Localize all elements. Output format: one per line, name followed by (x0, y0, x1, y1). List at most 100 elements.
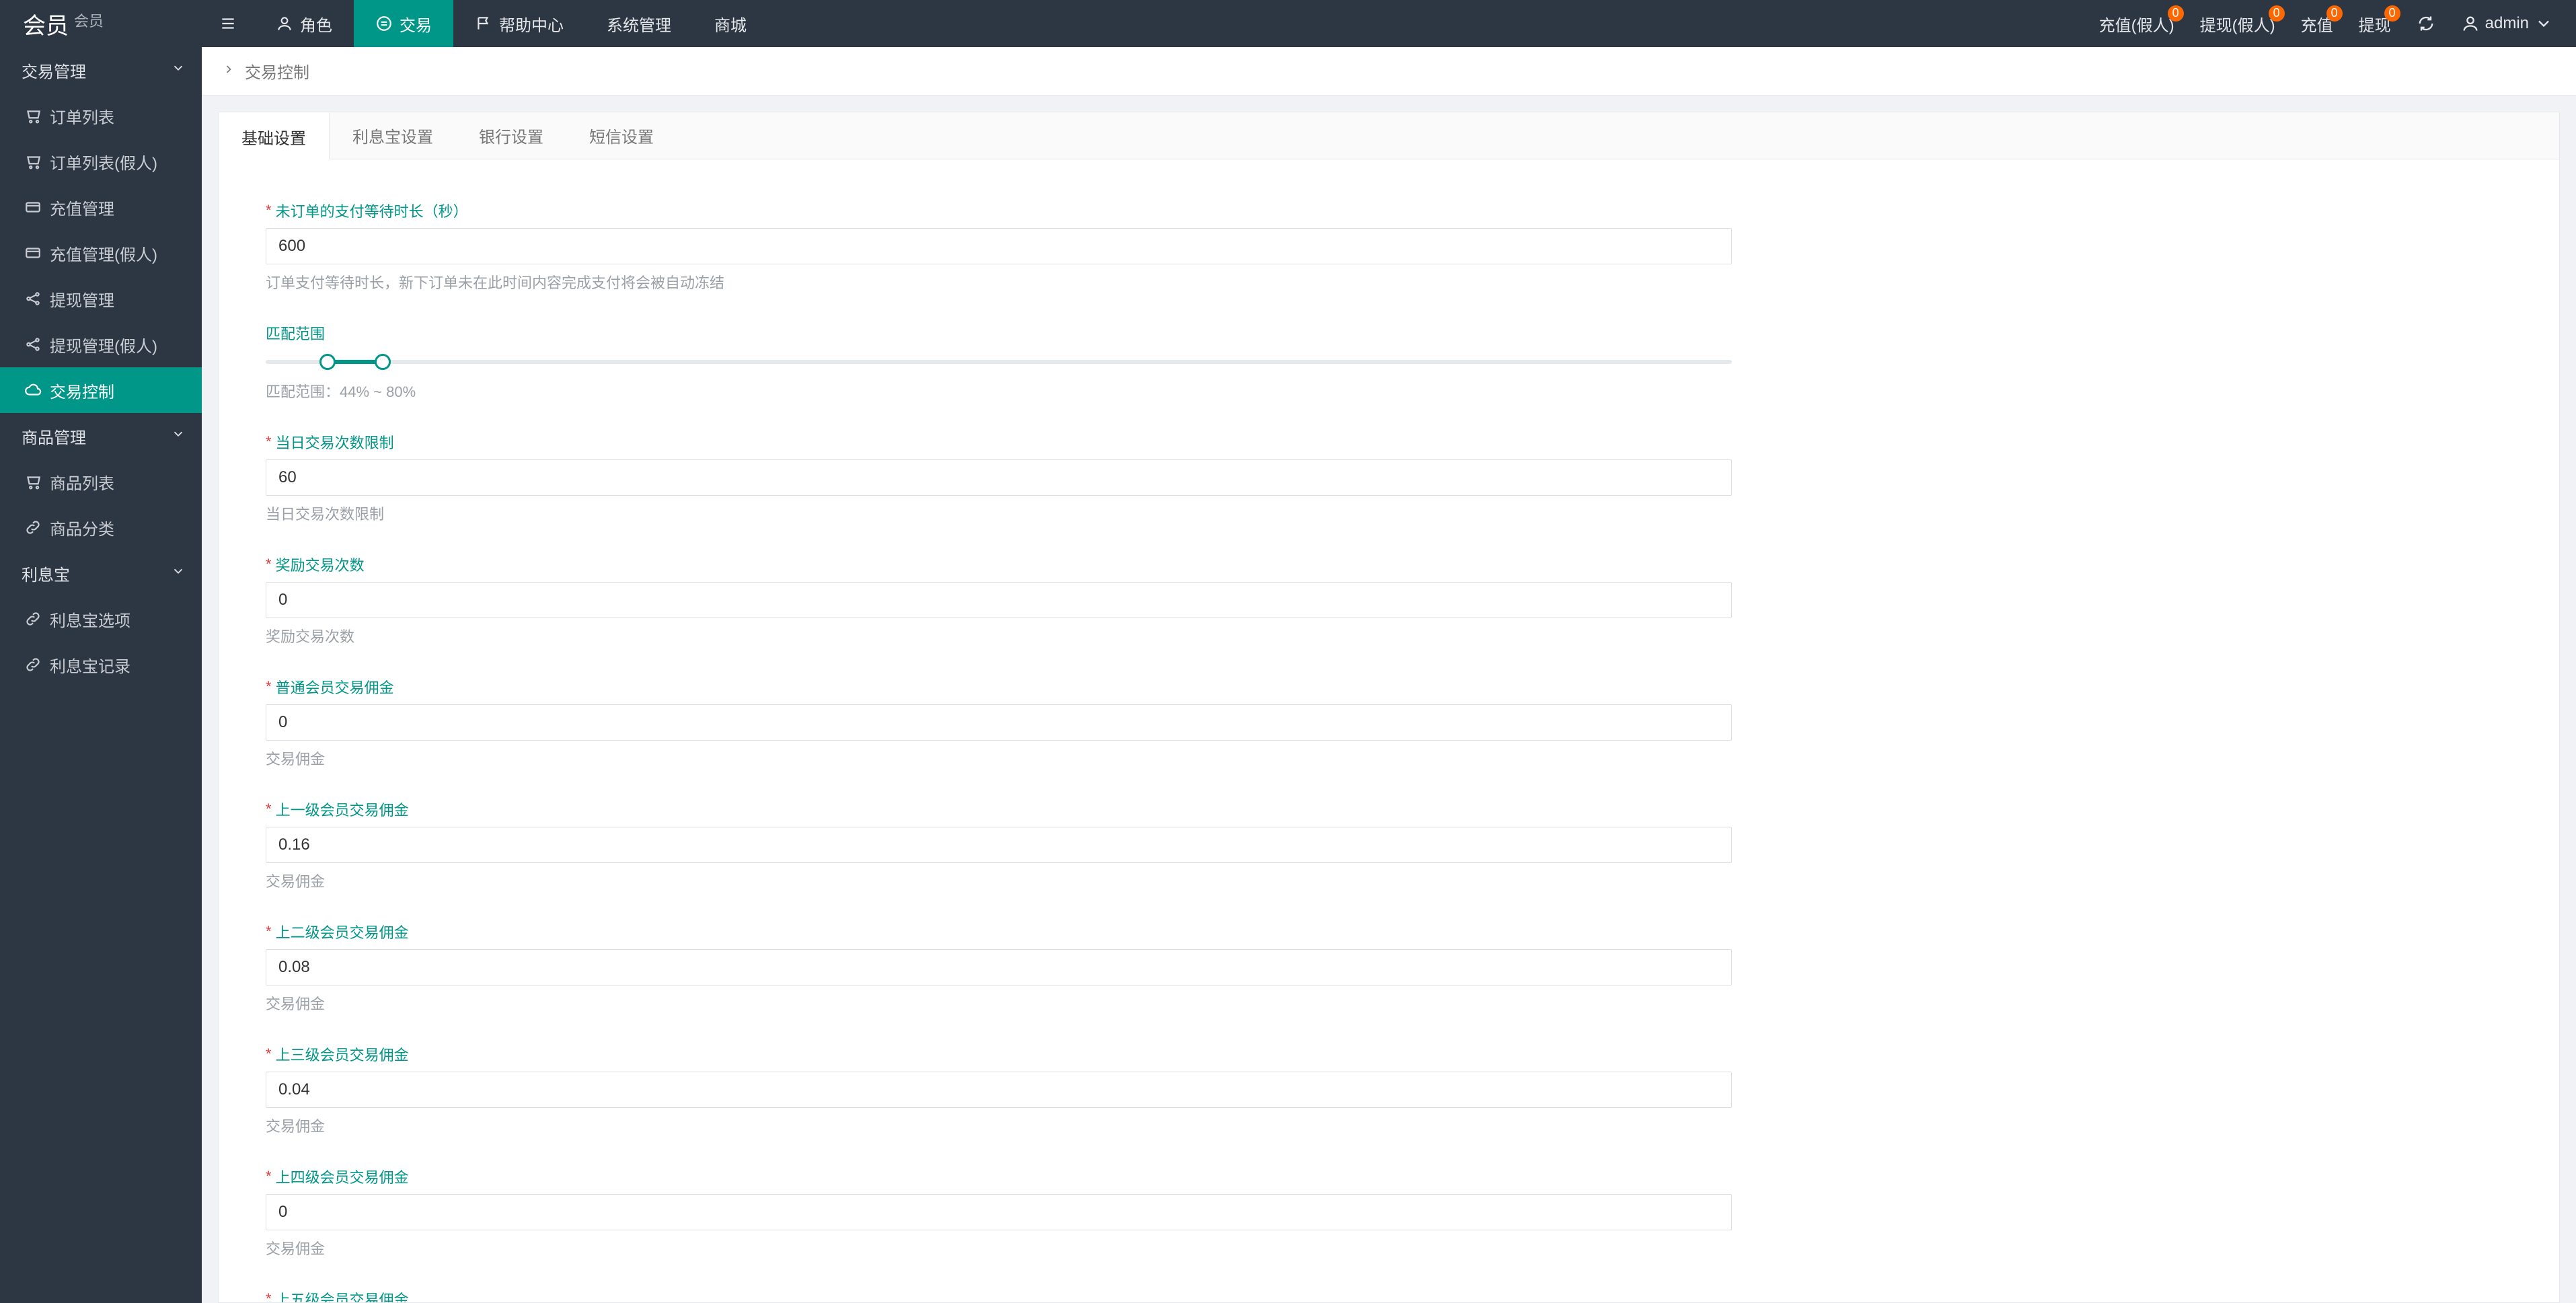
chevron-down-icon (2534, 14, 2553, 33)
field-label: *上五级会员交易佣金 (266, 1288, 1732, 1303)
topnav-roles[interactable]: 角色 (254, 0, 354, 47)
field-normal-comm: *普通会员交易佣金 交易佣金 (266, 676, 1732, 769)
slider-handle-high[interactable] (375, 354, 391, 370)
tab-label: 利息宝设置 (352, 124, 433, 147)
hr-withdraw[interactable]: 提现 0 (2359, 12, 2391, 36)
sidebar-group-label: 商品管理 (22, 424, 86, 448)
field-label: *未订单的支付等待时长（秒） (266, 200, 1732, 221)
lv4-comm-input[interactable] (266, 1194, 1732, 1230)
topnav-help[interactable]: 帮助中心 (453, 0, 585, 47)
user-name: admin (2485, 14, 2529, 33)
badge: 0 (2168, 5, 2184, 22)
lv1-comm-input[interactable] (266, 827, 1732, 863)
slider-handle-low[interactable] (319, 354, 336, 370)
tab-bank-settings[interactable]: 银行设置 (456, 112, 566, 159)
field-label: *当日交易次数限制 (266, 431, 1732, 453)
sidebar-item-recharge-fake[interactable]: 充值管理(假人) (0, 230, 202, 276)
cart-icon (24, 473, 42, 490)
user-menu[interactable]: admin (2461, 14, 2553, 33)
sidebar-item-orders[interactable]: 订单列表 (0, 93, 202, 139)
lv3-comm-input[interactable] (266, 1072, 1732, 1108)
hr-label: 充值(假人) (2099, 12, 2174, 36)
required-star: * (266, 801, 272, 818)
lv2-comm-input[interactable] (266, 949, 1732, 985)
content: 基础设置 利息宝设置 银行设置 短信设置 *未订单的支付等待时长（秒） 订单支付… (218, 112, 2560, 1303)
required-star: * (266, 433, 272, 451)
refresh-icon (2417, 14, 2435, 33)
share-icon (24, 336, 42, 353)
required-star: * (266, 556, 272, 573)
link-icon (24, 656, 42, 673)
label-text: 未订单的支付等待时长（秒） (276, 200, 468, 221)
daily-limit-input[interactable] (266, 459, 1732, 496)
sidebar-group-interest[interactable]: 利息宝 (0, 550, 202, 596)
main: 交易控制 基础设置 利息宝设置 银行设置 短信设置 *未订单的支付等待时长（秒）… (202, 47, 2576, 1303)
sidebar-item-orders-fake[interactable]: 订单列表(假人) (0, 139, 202, 184)
label-text: 普通会员交易佣金 (276, 676, 394, 698)
cart-icon (24, 153, 42, 170)
sidebar-item-interest-options[interactable]: 利息宝选项 (0, 596, 202, 642)
user-icon (276, 15, 293, 32)
bonus-trades-input[interactable] (266, 582, 1732, 618)
sidebar-group-transactions[interactable]: 交易管理 (0, 47, 202, 93)
logo: 会员 会员 (0, 0, 202, 47)
hr-withdraw-fake[interactable]: 提现(假人) 0 (2200, 12, 2275, 36)
sidebar-item-label: 利息宝记录 (50, 653, 130, 677)
topnav-system[interactable]: 系统管理 (585, 0, 693, 47)
share-icon (24, 290, 42, 307)
field-label: *上三级会员交易佣金 (266, 1043, 1732, 1065)
chevron-down-icon (171, 564, 186, 583)
top-nav: 角色 交易 帮助中心 系统管理 商城 (202, 0, 768, 47)
topnav-mall[interactable]: 商城 (693, 0, 768, 47)
hamburger-button[interactable] (202, 0, 254, 47)
field-daily-limit: *当日交易次数限制 当日交易次数限制 (266, 431, 1732, 524)
sidebar-item-product-category[interactable]: 商品分类 (0, 505, 202, 550)
sidebar-item-label: 充值管理 (50, 196, 114, 219)
wait-seconds-input[interactable] (266, 228, 1732, 264)
sidebar-group-products[interactable]: 商品管理 (0, 413, 202, 459)
sidebar-item-trade-control[interactable]: 交易控制 (0, 367, 202, 413)
sidebar-item-interest-records[interactable]: 利息宝记录 (0, 642, 202, 687)
sidebar-item-product-list[interactable]: 商品列表 (0, 459, 202, 505)
hr-label: 提现(假人) (2200, 12, 2275, 36)
label-text: 上四级会员交易佣金 (276, 1166, 409, 1187)
slider-track (266, 360, 1732, 364)
sidebar-item-recharge[interactable]: 充值管理 (0, 184, 202, 230)
tab-sms-settings[interactable]: 短信设置 (566, 112, 677, 159)
required-star: * (266, 1045, 272, 1063)
header: 会员 会员 角色 交易 帮助中心 系统管理 (0, 0, 2576, 47)
field-lv3-comm: *上三级会员交易佣金 交易佣金 (266, 1043, 1732, 1136)
field-lv5-comm: *上五级会员交易佣金 交易佣金 (266, 1288, 1732, 1303)
logo-main: 会员 (23, 7, 69, 40)
required-star: * (266, 202, 272, 219)
sidebar-item-withdraw[interactable]: 提现管理 (0, 276, 202, 322)
sidebar-group-label: 利息宝 (22, 562, 70, 585)
tab-basic-settings[interactable]: 基础设置 (219, 112, 330, 159)
hr-recharge[interactable]: 充值 0 (2301, 12, 2333, 36)
field-label: *上二级会员交易佣金 (266, 921, 1732, 942)
header-spacer (768, 0, 2099, 47)
sidebar-item-label: 提现管理(假人) (50, 333, 157, 357)
hr-recharge-fake[interactable]: 充值(假人) 0 (2099, 12, 2174, 36)
field-help: 匹配范围：44% ~ 80% (266, 380, 1732, 402)
field-help: 交易佣金 (266, 747, 1732, 769)
field-match-range: 匹配范围 匹配范围：44% ~ 80% (266, 322, 1732, 402)
field-help: 当日交易次数限制 (266, 502, 1732, 524)
header-right: 充值(假人) 0 提现(假人) 0 充值 0 提现 0 admin (2099, 0, 2576, 47)
tab-interest-settings[interactable]: 利息宝设置 (330, 112, 456, 159)
label-text: 匹配范围 (266, 322, 325, 344)
refresh-button[interactable] (2417, 14, 2435, 33)
cart-icon (24, 107, 42, 124)
hamburger-icon (219, 15, 237, 32)
topnav-transactions[interactable]: 交易 (354, 0, 453, 47)
sidebar-item-withdraw-fake[interactable]: 提现管理(假人) (0, 322, 202, 367)
badge: 0 (2326, 5, 2343, 22)
chevron-down-icon (171, 61, 186, 80)
label-text: 奖励交易次数 (276, 554, 365, 575)
field-help: 交易佣金 (266, 870, 1732, 891)
normal-comm-input[interactable] (266, 704, 1732, 741)
field-help: 奖励交易次数 (266, 625, 1732, 646)
exchange-icon (375, 15, 393, 32)
range-slider[interactable] (266, 350, 1732, 373)
badge: 0 (2269, 5, 2285, 22)
